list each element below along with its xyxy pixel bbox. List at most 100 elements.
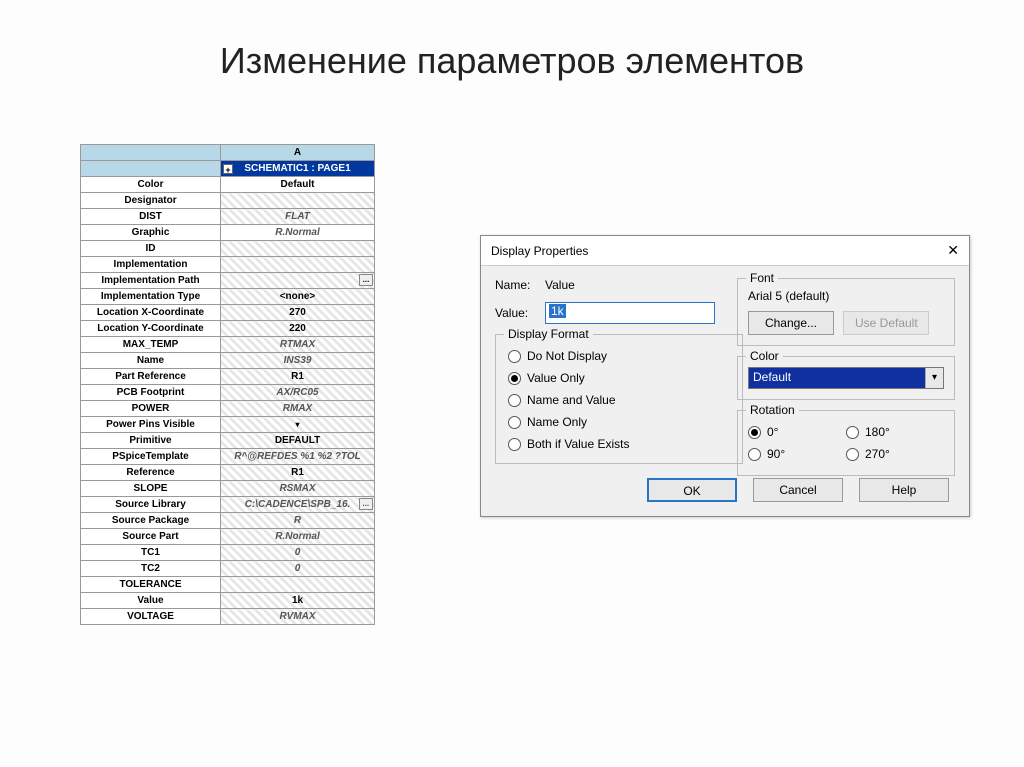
property-name-cell[interactable]: Source Package <box>81 513 221 529</box>
table-row[interactable]: PCB FootprintAX/RC05 <box>81 385 375 401</box>
expand-icon[interactable]: + <box>223 164 233 174</box>
chevron-down-icon[interactable]: ▾ <box>925 368 943 388</box>
table-row[interactable]: TC20 <box>81 561 375 577</box>
property-value-cell[interactable]: INS39 <box>221 353 375 369</box>
radio-icon[interactable] <box>508 394 521 407</box>
display-format-option[interactable]: Both if Value Exists <box>508 433 730 455</box>
property-name-cell[interactable]: TC1 <box>81 545 221 561</box>
table-row[interactable]: Designator <box>81 193 375 209</box>
radio-icon[interactable] <box>508 350 521 363</box>
property-name-cell[interactable]: Source Part <box>81 529 221 545</box>
ellipsis-button[interactable]: ... <box>359 274 373 286</box>
table-row[interactable]: Implementation Path... <box>81 273 375 289</box>
property-value-cell[interactable]: 220 <box>221 321 375 337</box>
property-value-cell[interactable]: 0 <box>221 561 375 577</box>
property-name-cell[interactable]: Implementation Type <box>81 289 221 305</box>
property-value-cell[interactable]: R <box>221 513 375 529</box>
close-icon[interactable]: ✕ <box>947 242 959 259</box>
property-name-cell[interactable]: Designator <box>81 193 221 209</box>
property-name-cell[interactable]: Primitive <box>81 433 221 449</box>
dropdown-icon[interactable]: ▾ <box>294 420 302 428</box>
table-row[interactable]: Location X-Coordinate270 <box>81 305 375 321</box>
property-name-cell[interactable]: TC2 <box>81 561 221 577</box>
property-name-cell[interactable]: Location X-Coordinate <box>81 305 221 321</box>
radio-icon[interactable] <box>508 416 521 429</box>
table-row[interactable]: DISTFLAT <box>81 209 375 225</box>
property-value-cell[interactable]: Default <box>221 177 375 193</box>
table-row[interactable]: VOLTAGERVMAX <box>81 609 375 625</box>
property-value-cell[interactable]: ▾ <box>221 417 375 433</box>
table-row[interactable]: ID <box>81 241 375 257</box>
property-name-cell[interactable]: Implementation Path <box>81 273 221 289</box>
table-row[interactable]: Location Y-Coordinate220 <box>81 321 375 337</box>
property-value-cell[interactable]: R1 <box>221 369 375 385</box>
property-value-cell[interactable]: DEFAULT <box>221 433 375 449</box>
property-value-cell[interactable] <box>221 193 375 209</box>
property-value-cell[interactable]: 0 <box>221 545 375 561</box>
ellipsis-button[interactable]: ... <box>359 498 373 510</box>
property-value-cell[interactable]: AX/RC05 <box>221 385 375 401</box>
table-row[interactable]: PSpiceTemplateR^@REFDES %1 %2 ?TOL <box>81 449 375 465</box>
property-name-cell[interactable]: VOLTAGE <box>81 609 221 625</box>
table-row[interactable]: Implementation Type<none> <box>81 289 375 305</box>
table-row[interactable]: Source PartR.Normal <box>81 529 375 545</box>
table-row[interactable]: PrimitiveDEFAULT <box>81 433 375 449</box>
display-format-option[interactable]: Value Only <box>508 367 730 389</box>
table-row[interactable]: Part ReferenceR1 <box>81 369 375 385</box>
table-row[interactable]: Implementation <box>81 257 375 273</box>
property-name-cell[interactable]: POWER <box>81 401 221 417</box>
value-input[interactable]: 1k <box>545 302 715 324</box>
radio-icon[interactable] <box>846 448 859 461</box>
display-format-option[interactable]: Do Not Display <box>508 345 730 367</box>
table-row[interactable]: TC10 <box>81 545 375 561</box>
property-value-cell[interactable]: R1 <box>221 465 375 481</box>
radio-icon[interactable] <box>748 448 761 461</box>
property-name-cell[interactable]: ID <box>81 241 221 257</box>
property-value-cell[interactable] <box>221 257 375 273</box>
ok-button[interactable]: OK <box>647 478 737 502</box>
radio-icon[interactable] <box>846 426 859 439</box>
property-value-cell[interactable]: C:\CADENCE\SPB_16.... <box>221 497 375 513</box>
table-row[interactable]: NameINS39 <box>81 353 375 369</box>
change-font-button[interactable]: Change... <box>748 311 834 335</box>
property-name-cell[interactable]: Value <box>81 593 221 609</box>
property-name-cell[interactable]: Graphic <box>81 225 221 241</box>
table-row[interactable]: MAX_TEMPRTMAX <box>81 337 375 353</box>
property-name-cell[interactable]: TOLERANCE <box>81 577 221 593</box>
table-row[interactable]: Source PackageR <box>81 513 375 529</box>
table-row[interactable]: TOLERANCE <box>81 577 375 593</box>
rotation-option[interactable]: 0° <box>748 421 846 443</box>
property-value-cell[interactable] <box>221 241 375 257</box>
property-name-cell[interactable]: Location Y-Coordinate <box>81 321 221 337</box>
table-header-schematic[interactable]: + SCHEMATIC1 : PAGE1 <box>221 161 375 177</box>
dialog-titlebar[interactable]: Display Properties ✕ <box>481 236 969 266</box>
table-row[interactable]: GraphicR.Normal <box>81 225 375 241</box>
use-default-font-button[interactable]: Use Default <box>843 311 929 335</box>
property-value-cell[interactable]: RMAX <box>221 401 375 417</box>
property-value-cell[interactable]: R^@REFDES %1 %2 ?TOL <box>221 449 375 465</box>
radio-icon[interactable] <box>508 372 521 385</box>
rotation-option[interactable]: 180° <box>846 421 944 443</box>
property-value-cell[interactable]: ... <box>221 273 375 289</box>
property-name-cell[interactable]: Color <box>81 177 221 193</box>
property-name-cell[interactable]: PSpiceTemplate <box>81 449 221 465</box>
display-format-option[interactable]: Name and Value <box>508 389 730 411</box>
table-row[interactable]: SLOPERSMAX <box>81 481 375 497</box>
property-value-cell[interactable]: 270 <box>221 305 375 321</box>
property-value-cell[interactable]: <none> <box>221 289 375 305</box>
property-name-cell[interactable]: MAX_TEMP <box>81 337 221 353</box>
property-value-cell[interactable]: R.Normal <box>221 225 375 241</box>
table-row[interactable]: POWERRMAX <box>81 401 375 417</box>
property-name-cell[interactable]: Part Reference <box>81 369 221 385</box>
property-name-cell[interactable]: DIST <box>81 209 221 225</box>
property-name-cell[interactable]: SLOPE <box>81 481 221 497</box>
property-name-cell[interactable]: Power Pins Visible <box>81 417 221 433</box>
property-value-cell[interactable]: FLAT <box>221 209 375 225</box>
property-value-cell[interactable]: RTMAX <box>221 337 375 353</box>
rotation-option[interactable]: 90° <box>748 443 846 465</box>
radio-icon[interactable] <box>508 438 521 451</box>
property-name-cell[interactable]: Reference <box>81 465 221 481</box>
property-value-cell[interactable]: R.Normal <box>221 529 375 545</box>
property-name-cell[interactable]: Implementation <box>81 257 221 273</box>
property-value-cell[interactable]: RSMAX <box>221 481 375 497</box>
